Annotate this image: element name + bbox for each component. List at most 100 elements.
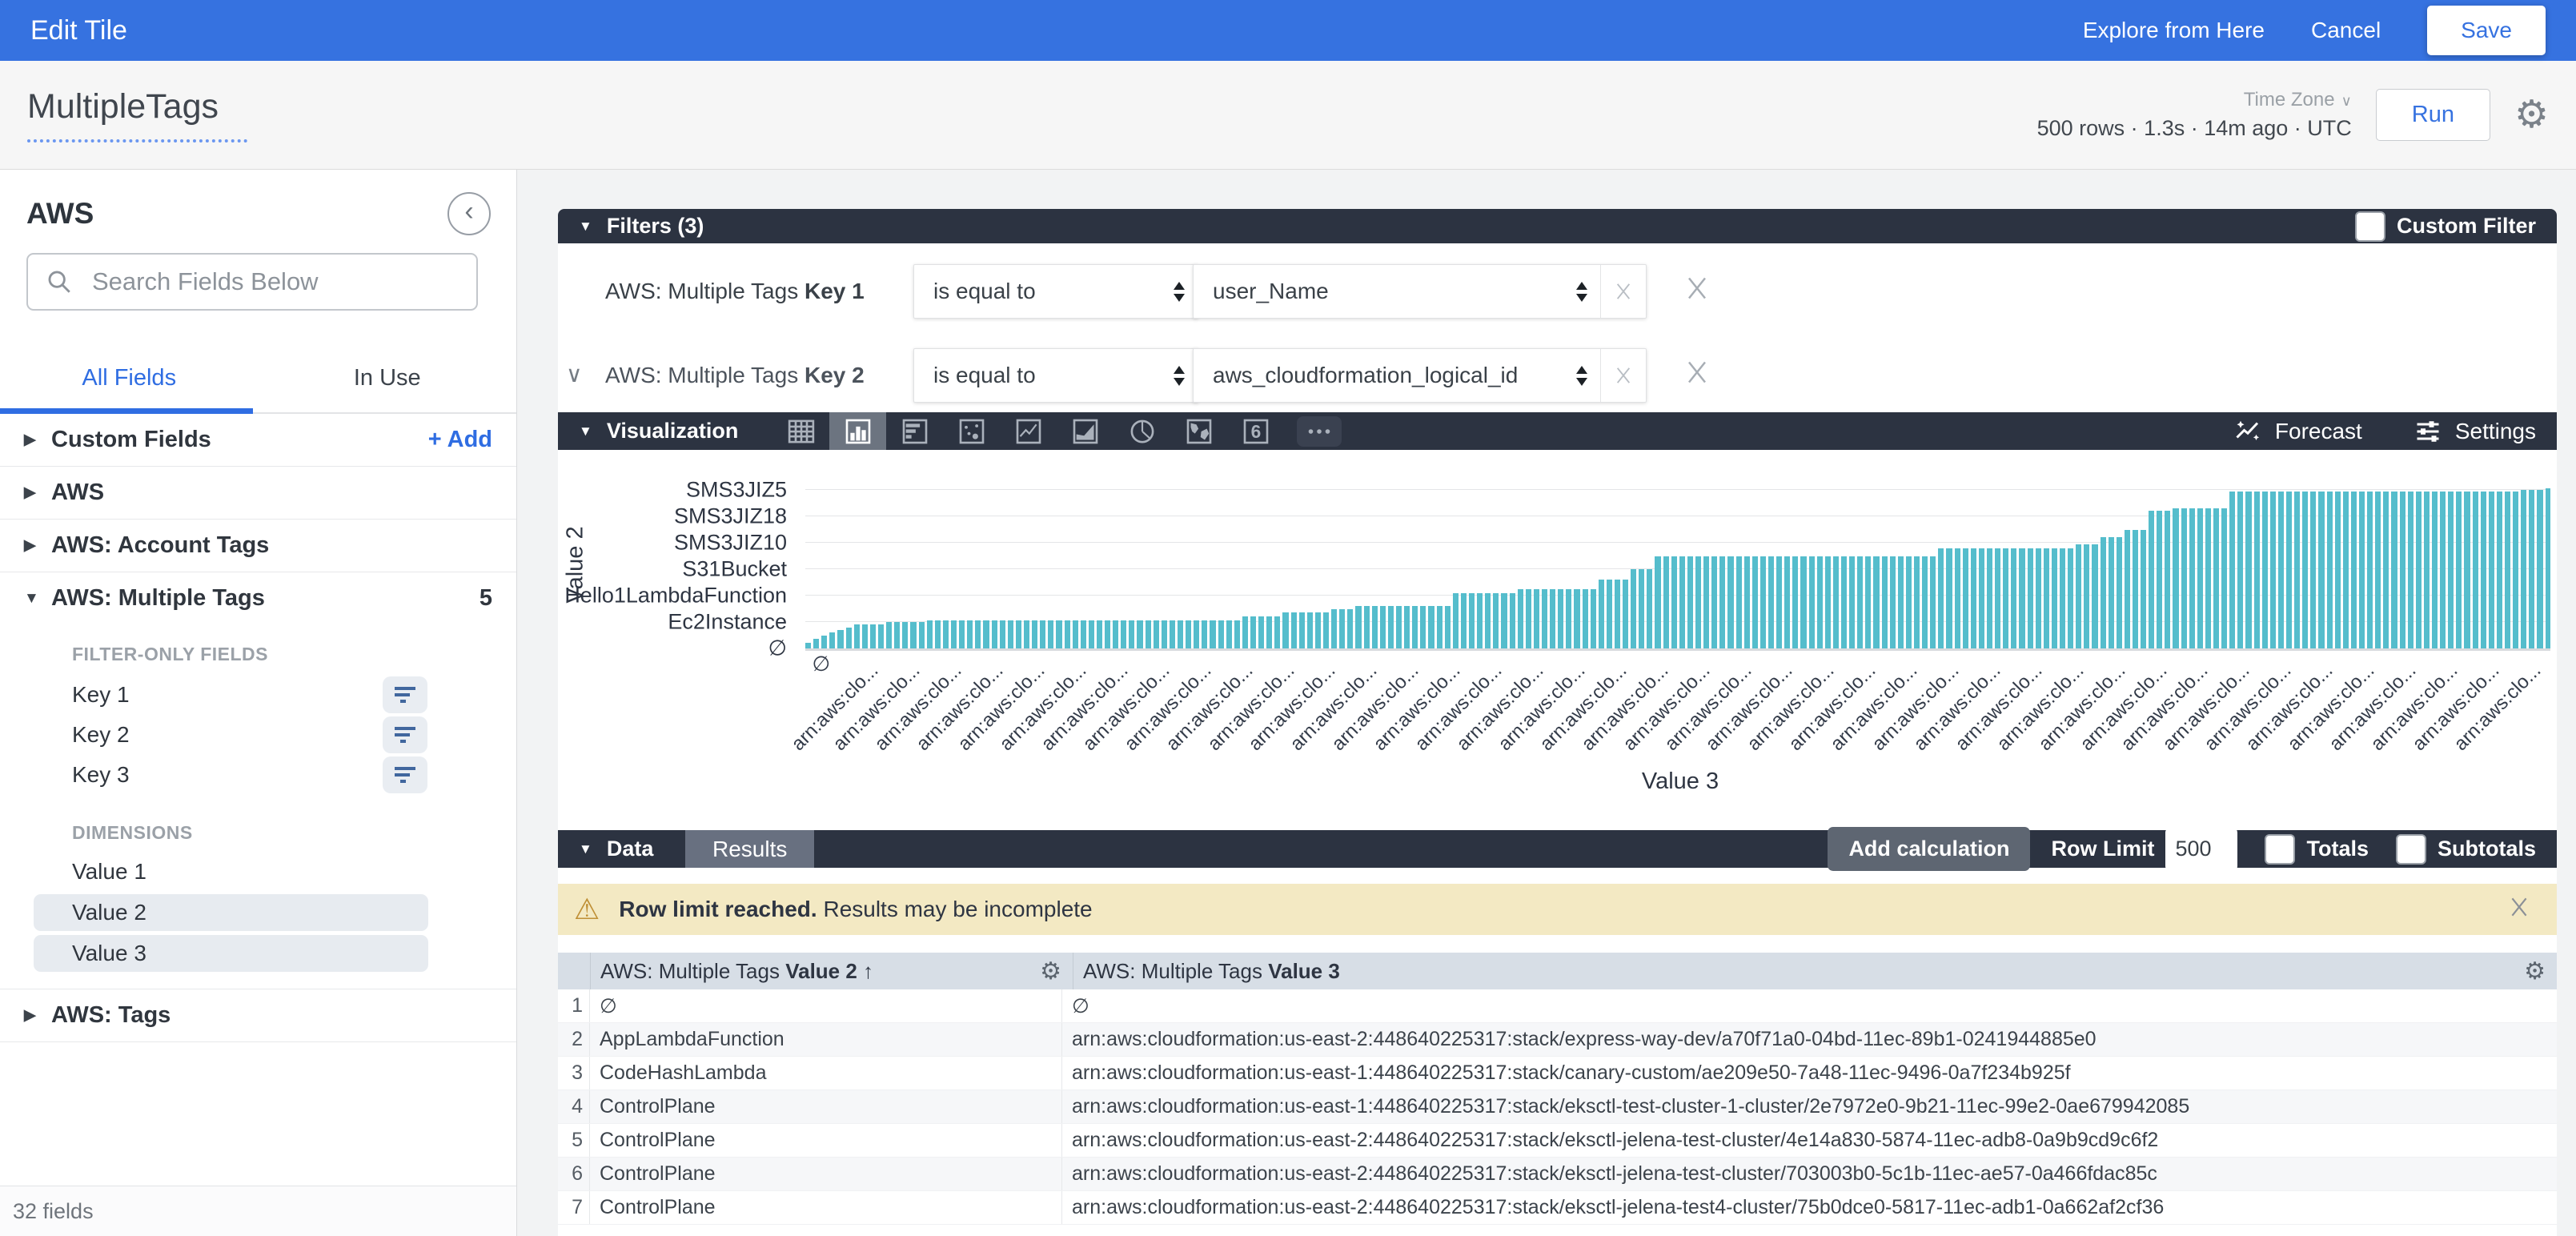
chart-bar[interactable] bbox=[2400, 492, 2405, 648]
chart-bar[interactable] bbox=[2432, 492, 2438, 648]
chart-bar[interactable] bbox=[1081, 620, 1086, 648]
save-button[interactable]: Save bbox=[2427, 6, 2546, 55]
column-chart-icon[interactable] bbox=[829, 412, 886, 450]
chart-bar[interactable] bbox=[1719, 556, 1725, 649]
chart-bar[interactable] bbox=[1453, 593, 1459, 648]
chart-bar[interactable] bbox=[2505, 492, 2510, 648]
chart-bar[interactable] bbox=[1687, 556, 1693, 649]
sidebar-field-value-1[interactable]: Value 1 bbox=[34, 853, 428, 890]
chart-bar[interactable] bbox=[1857, 556, 1863, 649]
chart-bar[interactable] bbox=[1266, 616, 1272, 648]
value-3-cell[interactable]: arn:aws:cloudformation:us-east-2:4486402… bbox=[1062, 1023, 2557, 1056]
add-calculation-button[interactable]: Add calculation bbox=[1828, 827, 2030, 871]
chart-bar[interactable] bbox=[2221, 508, 2227, 648]
chart-bar[interactable] bbox=[1890, 556, 1896, 649]
filter-value-select[interactable]: user_Name bbox=[1193, 264, 1647, 319]
sidebar-item-aws-multiple-tags[interactable]: ▼ AWS: Multiple Tags 5 bbox=[0, 572, 516, 624]
chart-bar[interactable] bbox=[1566, 589, 1571, 648]
results-tab[interactable]: Results bbox=[685, 830, 814, 868]
chart-bar[interactable] bbox=[1121, 620, 1126, 648]
chart-bar[interactable] bbox=[1008, 620, 1013, 648]
chart-bar[interactable] bbox=[1073, 620, 1078, 648]
chart-bar[interactable] bbox=[1331, 609, 1337, 649]
run-button[interactable]: Run bbox=[2376, 89, 2490, 141]
chart-bar[interactable] bbox=[1574, 589, 1579, 648]
chart-bar[interactable] bbox=[1906, 556, 1912, 649]
chart-bar[interactable] bbox=[1428, 606, 1434, 648]
chart-bar[interactable] bbox=[1955, 548, 1960, 648]
filter-by-field-button[interactable] bbox=[383, 676, 427, 713]
chart-bar[interactable] bbox=[2408, 492, 2413, 648]
chart-bar[interactable] bbox=[2278, 492, 2284, 648]
chart-bar[interactable] bbox=[2101, 537, 2106, 648]
column-header-value-3[interactable]: AWS: Multiple Tags Value 3 ⚙ bbox=[1073, 953, 2557, 989]
chart-bar[interactable] bbox=[1679, 556, 1685, 649]
table-row[interactable]: 7ControlPlanearn:aws:cloudformation:us-e… bbox=[558, 1191, 2557, 1225]
chart-bar[interactable] bbox=[2440, 492, 2446, 648]
chart-bar[interactable] bbox=[2489, 492, 2494, 648]
chart-bar[interactable] bbox=[1461, 593, 1467, 648]
chart-bar[interactable] bbox=[1469, 593, 1475, 648]
subtotals-checkbox[interactable] bbox=[2396, 834, 2426, 865]
value-2-cell[interactable]: ∅ bbox=[590, 989, 1062, 1022]
chart-bar[interactable] bbox=[1242, 616, 1248, 648]
chart-bar[interactable] bbox=[2181, 508, 2187, 648]
chart-bar[interactable] bbox=[1558, 589, 1563, 648]
chart-bar[interactable] bbox=[2003, 548, 2008, 648]
value-3-cell[interactable]: arn:aws:cloudformation:us-east-1:4486402… bbox=[1062, 1090, 2557, 1123]
chart-bar[interactable] bbox=[1865, 556, 1871, 649]
sidebar-item-custom-fields[interactable]: ▶ Custom Fields + Add bbox=[0, 414, 516, 467]
chart-bar[interactable] bbox=[2109, 537, 2114, 648]
chart-bar[interactable] bbox=[854, 624, 860, 648]
chart-bar[interactable] bbox=[1971, 548, 1976, 648]
chart-bar[interactable] bbox=[1380, 606, 1386, 648]
chart-bar[interactable] bbox=[1146, 620, 1151, 648]
table-row[interactable]: 5ControlPlanearn:aws:cloudformation:us-e… bbox=[558, 1124, 2557, 1158]
chart-bar[interactable] bbox=[2473, 492, 2478, 648]
value-3-cell[interactable]: ∅ bbox=[1062, 989, 2557, 1022]
bar-series[interactable] bbox=[805, 480, 2550, 648]
cancel-button[interactable]: Cancel bbox=[2311, 18, 2381, 43]
sidebar-collapse-button[interactable]: ‹ bbox=[447, 192, 491, 235]
chart-bar[interactable] bbox=[2084, 544, 2089, 648]
chart-bar[interactable] bbox=[1129, 620, 1134, 648]
chart-bar[interactable] bbox=[1825, 556, 1831, 649]
chart-bar[interactable] bbox=[862, 624, 868, 648]
chart-bar[interactable] bbox=[1250, 616, 1256, 648]
sidebar-field-value-2[interactable]: Value 2 bbox=[34, 894, 428, 931]
chart-bar[interactable] bbox=[2286, 492, 2292, 648]
chart-bar[interactable] bbox=[2359, 492, 2365, 648]
chart-bar[interactable] bbox=[2229, 492, 2235, 648]
chart-bar[interactable] bbox=[1105, 620, 1110, 648]
settings-button[interactable]: Settings bbox=[2413, 417, 2536, 446]
chart-bar[interactable] bbox=[2019, 548, 2024, 648]
chart-bar[interactable] bbox=[1048, 620, 1053, 648]
chart-bar[interactable] bbox=[1800, 556, 1806, 649]
chart-bar[interactable] bbox=[1817, 556, 1823, 649]
chart-bar[interactable] bbox=[1154, 620, 1159, 648]
chart-bar[interactable] bbox=[1089, 620, 1094, 648]
chart-bar[interactable] bbox=[1599, 580, 1604, 648]
chart-bar[interactable] bbox=[2391, 492, 2397, 648]
totals-checkbox[interactable] bbox=[2265, 834, 2295, 865]
chart-bar[interactable] bbox=[1938, 548, 1944, 648]
data-panel-header[interactable]: ▼ Data Results Add calculation Row Limit… bbox=[558, 830, 2557, 868]
chart-bar[interactable] bbox=[1097, 620, 1102, 648]
value-2-cell[interactable]: ControlPlane bbox=[590, 1158, 1062, 1190]
area-chart-icon[interactable] bbox=[1057, 412, 1113, 450]
chart-bar[interactable] bbox=[2011, 548, 2016, 648]
query-title[interactable]: MultipleTags bbox=[27, 87, 247, 142]
sidebar-field-key-1[interactable]: Key 1 bbox=[0, 675, 516, 715]
chart-bar[interactable] bbox=[975, 620, 981, 648]
table-row[interactable]: 2AppLambdaFunctionarn:aws:cloudformation… bbox=[558, 1023, 2557, 1057]
chart-bar[interactable] bbox=[1477, 593, 1483, 648]
chart-bar[interactable] bbox=[1137, 620, 1142, 648]
sidebar-item-aws[interactable]: ▶ AWS bbox=[0, 467, 516, 520]
chart-bar[interactable] bbox=[1194, 620, 1199, 648]
chart-bar[interactable] bbox=[910, 622, 916, 648]
chart-bar[interactable] bbox=[837, 630, 843, 648]
chart-bar[interactable] bbox=[1922, 556, 1928, 649]
chart-bar[interactable] bbox=[2343, 492, 2349, 648]
value-3-cell[interactable]: arn:aws:cloudformation:us-east-1:4486402… bbox=[1062, 1057, 2557, 1090]
value-2-cell[interactable]: AppLambdaFunction bbox=[590, 1023, 1062, 1056]
